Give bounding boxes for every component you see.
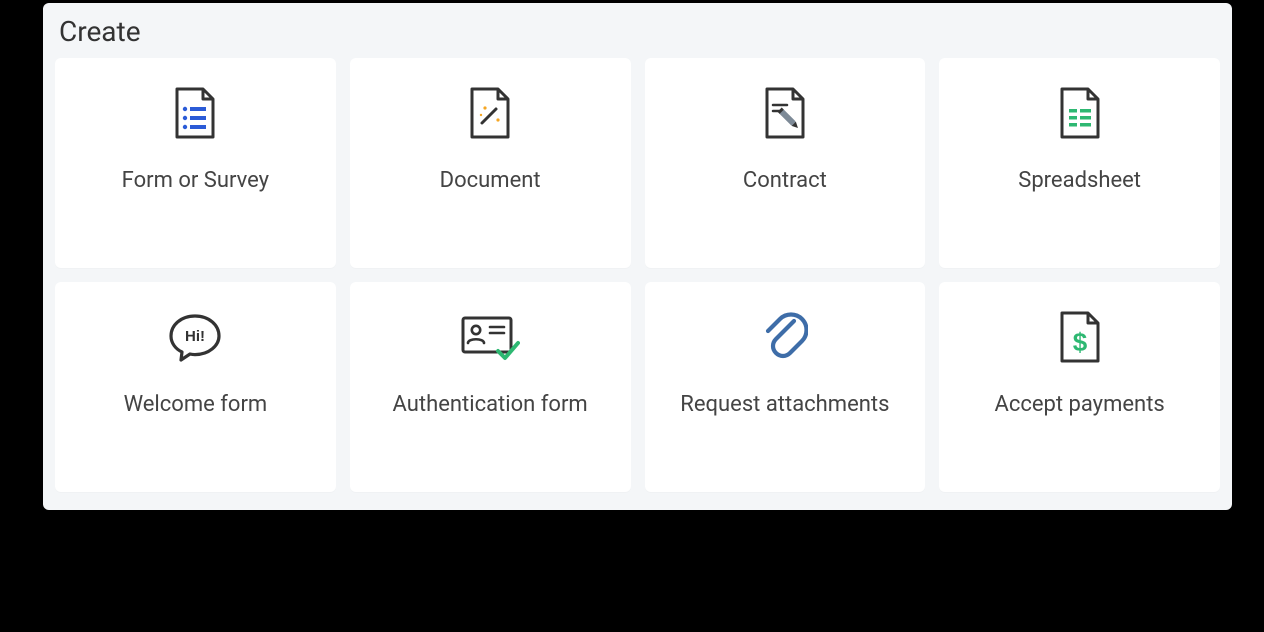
- spreadsheet-icon: [1058, 84, 1102, 144]
- welcome-speech-icon: Hi!: [167, 308, 223, 368]
- card-request-attachments[interactable]: Request attachments: [645, 282, 926, 492]
- payment-dollar-icon: $: [1058, 308, 1102, 368]
- card-label: Contract: [743, 166, 827, 196]
- card-spreadsheet[interactable]: Spreadsheet: [939, 58, 1220, 268]
- panel-title: Create: [59, 15, 1220, 48]
- card-grid: Form or Survey Document: [55, 58, 1220, 492]
- card-document[interactable]: Document: [350, 58, 631, 268]
- contract-pen-icon: [763, 84, 807, 144]
- svg-text:$: $: [1072, 327, 1087, 357]
- form-list-icon: [173, 84, 217, 144]
- authentication-id-icon: [460, 308, 520, 368]
- document-wand-icon: [468, 84, 512, 144]
- card-authentication-form[interactable]: Authentication form: [350, 282, 631, 492]
- card-form-or-survey[interactable]: Form or Survey: [55, 58, 336, 268]
- card-welcome-form[interactable]: Hi! Welcome form: [55, 282, 336, 492]
- card-contract[interactable]: Contract: [645, 58, 926, 268]
- svg-text:Hi!: Hi!: [185, 328, 205, 345]
- card-label: Authentication form: [393, 390, 588, 420]
- paperclip-icon: [762, 308, 808, 368]
- card-label: Document: [440, 166, 541, 196]
- card-accept-payments[interactable]: $ Accept payments: [939, 282, 1220, 492]
- card-label: Form or Survey: [122, 166, 269, 196]
- card-label: Spreadsheet: [1018, 166, 1141, 196]
- card-label: Accept payments: [994, 390, 1164, 420]
- card-label: Request attachments: [680, 390, 889, 420]
- card-label: Welcome form: [124, 390, 268, 420]
- create-panel: Create Form or Survey: [43, 3, 1232, 510]
